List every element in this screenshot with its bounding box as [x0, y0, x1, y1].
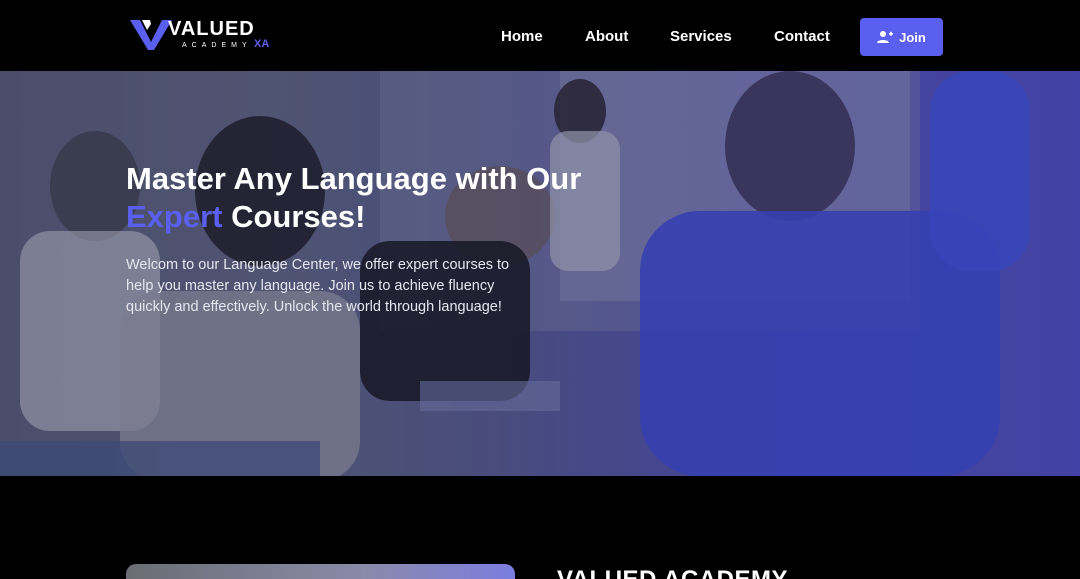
join-button-label: Join — [899, 29, 926, 45]
logo-wordmark: VALUED — [168, 18, 255, 40]
hero-title: Master Any Language with Our Expert Cour… — [126, 160, 606, 236]
nav-services[interactable]: Services — [670, 28, 732, 45]
nav-about[interactable]: About — [585, 28, 628, 45]
logo-subtitle: ACADEMY — [182, 42, 252, 49]
nav-contact[interactable]: Contact — [774, 28, 830, 45]
hero-section: Master Any Language with Our Expert Cour… — [0, 71, 1080, 476]
hero-title-accent: Expert — [126, 199, 223, 234]
hero-title-line1: Master Any Language with Our — [126, 161, 582, 196]
about-title: VALUED ACADEMY — [557, 566, 788, 579]
join-button[interactable]: Join — [860, 18, 943, 56]
site-header: VALUED ACADEMY XA Home About Services Co… — [0, 0, 1080, 71]
logo-v-icon — [130, 20, 172, 50]
add-user-icon — [877, 31, 894, 43]
hero-title-rest: Courses! — [222, 199, 366, 234]
logo[interactable]: VALUED ACADEMY XA — [130, 16, 270, 56]
about-image — [126, 564, 515, 579]
translate-icon: XA — [254, 38, 270, 50]
nav-home[interactable]: Home — [501, 28, 543, 45]
hero-description: Welcom to our Language Center, we offer … — [126, 257, 510, 315]
